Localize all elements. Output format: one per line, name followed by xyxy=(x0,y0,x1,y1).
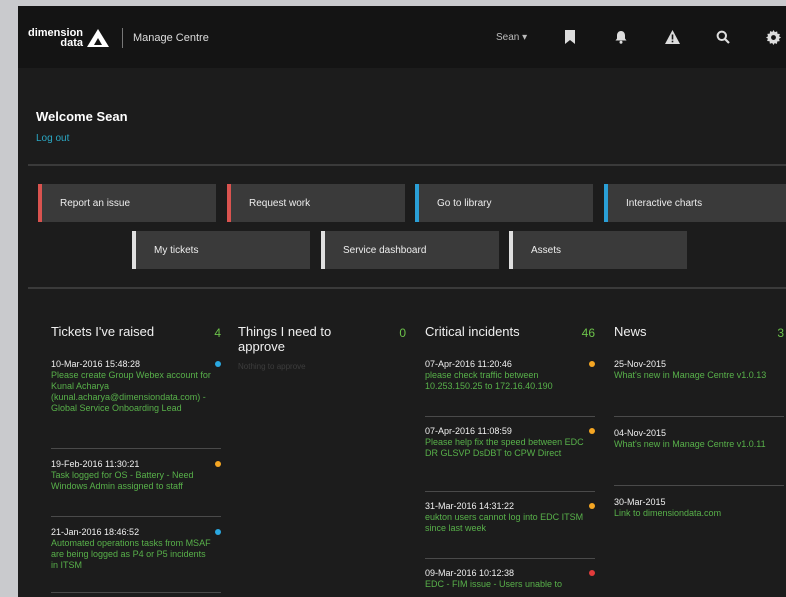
triangle-logo-icon xyxy=(87,29,110,47)
incident-date: 09-Mar-2016 10:12:38 xyxy=(425,568,515,578)
tile-request-work[interactable]: Request work xyxy=(227,184,405,222)
tickets-count-badge: 4 xyxy=(214,326,221,340)
user-menu-dropdown[interactable]: Sean ▾ xyxy=(496,32,527,43)
incident-link[interactable]: EDC - FIM issue - Users unable to xyxy=(425,579,595,590)
status-dot-orange xyxy=(215,461,221,467)
news-item[interactable]: 30-Mar-2015 Link to dimensiondata.com xyxy=(614,496,784,536)
incidents-panel-title: Critical incidents xyxy=(425,324,520,339)
ticket-date: 21-Jan-2016 18:46:52 xyxy=(51,527,140,537)
incident-link[interactable]: please check traffic between 10.253.150.… xyxy=(425,370,595,392)
tickets-raised-panel: Tickets I've raised 4 10-Mar-2016 15:48:… xyxy=(51,324,221,593)
divider-middle xyxy=(28,287,786,289)
logo-line2: data xyxy=(60,37,84,49)
tile-my-tickets[interactable]: My tickets xyxy=(132,231,310,269)
approvals-panel-title: Things I need to approve xyxy=(238,324,332,354)
news-date: 04-Nov-2015 xyxy=(614,428,667,438)
bell-icon[interactable] xyxy=(612,28,630,46)
tile-service-dashboard[interactable]: Service dashboard xyxy=(321,231,499,269)
logout-link[interactable]: Log out xyxy=(36,133,69,144)
status-dot-orange xyxy=(589,503,595,509)
tile-interactive-charts[interactable]: Interactive charts xyxy=(604,184,786,222)
incidents-count-badge: 46 xyxy=(581,326,595,340)
logo-separator xyxy=(122,28,123,48)
incident-date: 07-Apr-2016 11:20:46 xyxy=(425,359,512,369)
approvals-count-badge: 0 xyxy=(399,326,406,340)
news-link[interactable]: Link to dimensiondata.com xyxy=(614,508,784,519)
logo-wordmark: dimension data xyxy=(28,28,84,49)
top-bar: dimension data Manage Centre Sean ▾ xyxy=(18,6,786,68)
tile-go-to-library[interactable]: Go to library xyxy=(415,184,593,222)
ticket-link[interactable]: Task logged for OS - Battery - Need Wind… xyxy=(51,470,221,492)
ticket-item[interactable]: 21-Jan-2016 18:46:52 Automated operation… xyxy=(51,526,221,593)
approvals-panel-header: Things I need to approve 0 xyxy=(238,324,406,358)
search-icon[interactable] xyxy=(714,28,732,46)
incident-link[interactable]: eukton users cannot log into EDC ITSM si… xyxy=(425,512,595,534)
incident-item[interactable]: 31-Mar-2016 14:31:22 eukton users cannot… xyxy=(425,500,595,559)
news-count-badge: 3 xyxy=(777,326,784,340)
approvals-empty-text: Nothing to approve xyxy=(238,362,306,371)
status-dot-red xyxy=(589,570,595,576)
ticket-link[interactable]: Automated operations tasks from MSAF are… xyxy=(51,538,221,571)
incident-item[interactable]: 07-Apr-2016 11:20:46 please check traffi… xyxy=(425,358,595,417)
ticket-date: 19-Feb-2016 11:30:21 xyxy=(51,459,140,469)
tile-label: Service dashboard xyxy=(343,244,427,256)
tickets-panel-header: Tickets I've raised 4 xyxy=(51,324,221,354)
dimension-data-logo[interactable]: dimension data xyxy=(28,28,110,49)
ticket-link[interactable]: Please create Group Webex account for Ku… xyxy=(51,370,221,414)
tile-label: Interactive charts xyxy=(626,197,703,209)
welcome-heading: Welcome Sean xyxy=(36,109,128,124)
manage-centre-screen: dimension data Manage Centre Sean ▾ Welc xyxy=(18,6,786,597)
tile-label: Assets xyxy=(531,244,562,256)
tile-label: Go to library xyxy=(437,197,492,209)
news-link[interactable]: What's new in Manage Centre v1.0.13 xyxy=(614,370,784,381)
tile-report-an-issue[interactable]: Report an issue xyxy=(38,184,216,222)
incident-link[interactable]: Please help fix the speed between EDC DR… xyxy=(425,437,595,459)
warning-icon[interactable] xyxy=(663,28,681,46)
incident-date: 07-Apr-2016 11:08:59 xyxy=(425,426,512,436)
news-link[interactable]: What's new in Manage Centre v1.0.11 xyxy=(614,439,784,450)
news-date: 25-Nov-2015 xyxy=(614,359,667,369)
incident-item[interactable]: 09-Mar-2016 10:12:38 EDC - FIM issue - U… xyxy=(425,567,595,597)
status-dot-orange xyxy=(589,428,595,434)
incident-item[interactable]: 07-Apr-2016 11:08:59 Please help fix the… xyxy=(425,425,595,492)
ticket-item[interactable]: 19-Feb-2016 11:30:21 Task logged for OS … xyxy=(51,458,221,517)
bookmark-icon[interactable] xyxy=(561,28,579,46)
incidents-panel-header: Critical incidents 46 xyxy=(425,324,595,354)
news-item[interactable]: 25-Nov-2015 What's new in Manage Centre … xyxy=(614,358,784,417)
status-dot-blue xyxy=(215,529,221,535)
app-title: Manage Centre xyxy=(133,32,209,44)
tile-label: Request work xyxy=(249,197,311,209)
tickets-panel-title: Tickets I've raised xyxy=(51,324,155,339)
divider-top xyxy=(28,164,786,166)
gear-icon[interactable] xyxy=(764,28,782,46)
tile-assets[interactable]: Assets xyxy=(509,231,687,269)
ticket-date: 10-Mar-2016 15:48:28 xyxy=(51,359,141,369)
news-panel-title: News xyxy=(614,324,647,339)
news-date: 30-Mar-2015 xyxy=(614,497,666,507)
news-panel-header: News 3 xyxy=(614,324,784,354)
tile-label: Report an issue xyxy=(60,197,131,209)
news-panel: News 3 25-Nov-2015 What's new in Manage … xyxy=(614,324,784,536)
status-dot-blue xyxy=(215,361,221,367)
status-dot-orange xyxy=(589,361,595,367)
critical-incidents-panel: Critical incidents 46 07-Apr-2016 11:20:… xyxy=(425,324,595,597)
news-item[interactable]: 04-Nov-2015 What's new in Manage Centre … xyxy=(614,427,784,486)
incident-date: 31-Mar-2016 14:31:22 xyxy=(425,501,515,511)
tile-label: My tickets xyxy=(154,244,199,256)
ticket-item[interactable]: 10-Mar-2016 15:48:28 Please create Group… xyxy=(51,358,221,449)
approvals-panel: Things I need to approve 0 Nothing to ap… xyxy=(238,324,406,371)
